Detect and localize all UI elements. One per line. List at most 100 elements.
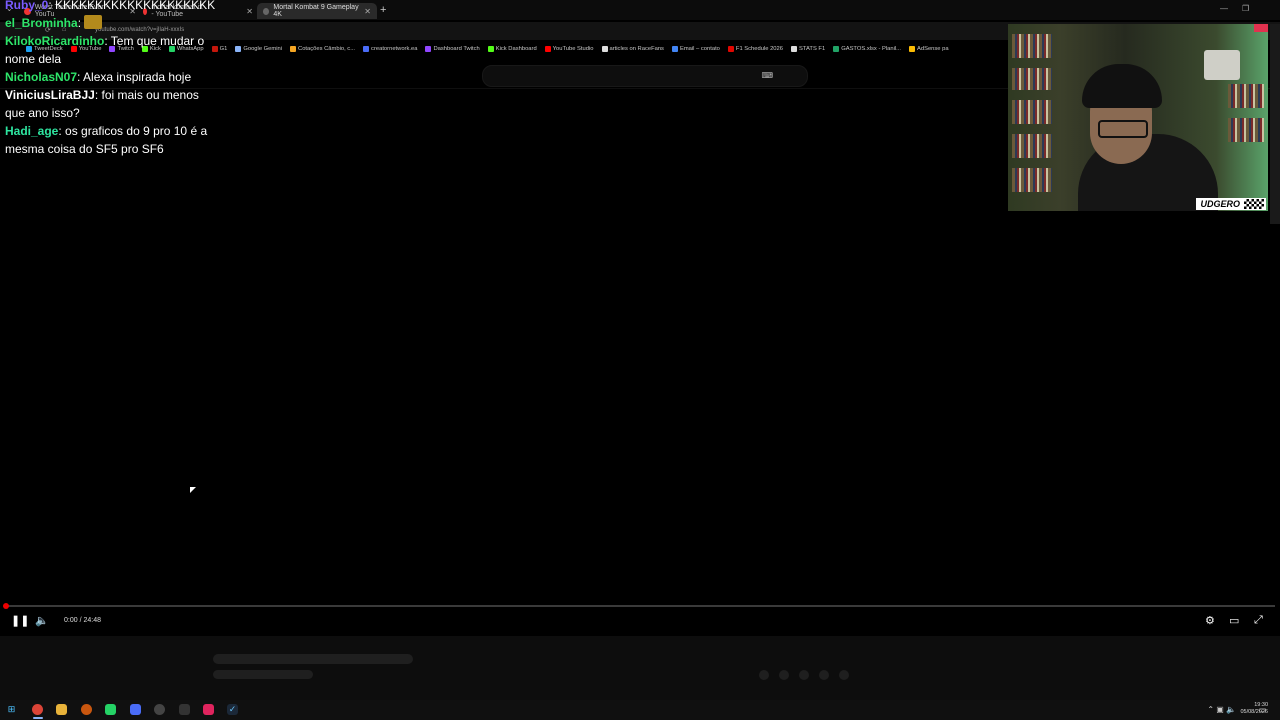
chat-username[interactable]: Hadi_age xyxy=(5,124,58,138)
chat-username[interactable]: NicholasN07 xyxy=(5,70,77,84)
bookmark-label: G1 xyxy=(219,46,228,52)
youtube-search-input[interactable]: ⌨ xyxy=(482,65,808,87)
chat-message: KilokoRicardinho: Tem que mudar o nome d… xyxy=(5,32,217,68)
volume-icon[interactable]: 🔈 xyxy=(35,614,49,627)
keyboard-icon[interactable]: ⌨ xyxy=(761,71,773,80)
chat-message: Hadi_age: os graficos do 9 pro 10 é a me… xyxy=(5,122,217,158)
bookmark-label: STATS F1 xyxy=(798,46,826,52)
minimize-icon[interactable]: — xyxy=(1220,4,1228,13)
chat-message: ViniciusLiraBJJ: foi mais ou menos que a… xyxy=(5,86,217,122)
bookmark-label: Email – contato xyxy=(679,46,720,52)
app-icon[interactable] xyxy=(154,704,165,715)
bookmark-label: GASTOS.xlsx - Planil... xyxy=(841,46,901,52)
new-tab-plus-icon[interactable]: + xyxy=(380,4,386,16)
chrome-icon[interactable] xyxy=(32,704,43,715)
stream-chat-overlay: Ruby_0: KKKKKKKKKKKKKKKKKKKK el_Brominha:… xyxy=(5,0,217,158)
bookshelf-row xyxy=(1228,84,1264,108)
loading-favicon-icon xyxy=(263,7,270,15)
bookmark-item[interactable]: Dashboard Twitch xyxy=(425,42,480,56)
close-icon[interactable]: ✕ xyxy=(364,7,371,16)
bookmark-item[interactable]: YouTube Studio xyxy=(544,42,594,56)
bookmark-label: Cotações Câmbio, c... xyxy=(298,46,356,52)
bookmark-item[interactable]: Email – contato xyxy=(671,42,720,56)
action-skeleton xyxy=(819,670,829,680)
video-progress-bar[interactable] xyxy=(5,605,1275,607)
whatsapp-icon[interactable] xyxy=(105,704,116,715)
bookmark-favicon-icon xyxy=(544,46,551,52)
crt-monitor xyxy=(1204,50,1240,80)
chat-username[interactable]: Ruby_0 xyxy=(5,0,48,12)
bookmark-favicon-icon xyxy=(833,46,840,52)
chat-username[interactable]: el_Brominha xyxy=(5,16,78,30)
action-skeleton xyxy=(759,670,769,680)
restore-icon[interactable]: ❐ xyxy=(1242,4,1249,13)
action-skeleton xyxy=(799,670,809,680)
chat-text: KKKKKKKKKKKKKKKKKKKK xyxy=(55,0,216,12)
bookmark-favicon-icon xyxy=(290,46,297,52)
notification-icon[interactable]: ▭ xyxy=(1257,704,1268,715)
bookmark-favicon-icon xyxy=(235,46,242,52)
file-explorer-icon[interactable] xyxy=(56,704,67,715)
streamer-glasses xyxy=(1098,120,1148,138)
close-icon[interactable]: ✕ xyxy=(246,7,253,16)
app-icon[interactable] xyxy=(130,704,141,715)
chat-text: Alexa inspirada hoje xyxy=(83,70,192,84)
bookmark-item[interactable]: Kick Dashboard xyxy=(487,42,537,56)
bookmark-item[interactable]: STATS F1 xyxy=(790,42,826,56)
bookmark-label: YouTube Studio xyxy=(552,46,594,52)
bookmark-item[interactable]: AdSense pa xyxy=(909,42,949,56)
active-app-indicator xyxy=(33,717,43,719)
bookmark-favicon-icon xyxy=(487,46,494,52)
title-skeleton xyxy=(213,654,413,664)
app-icon[interactable] xyxy=(179,704,190,715)
bookshelf-row xyxy=(1012,168,1052,192)
chat-message: NicholasN07: Alexa inspirada hoje xyxy=(5,68,217,86)
app-icon[interactable] xyxy=(203,704,214,715)
windows-start-icon[interactable]: ⊞ xyxy=(6,704,17,715)
steam-icon[interactable]: ✓ xyxy=(227,704,238,715)
chat-message: Ruby_0: KKKKKKKKKKKKKKKKKKKK xyxy=(5,0,217,14)
below-video-area xyxy=(0,636,1280,700)
bookmark-label: F1 Schedule 2026 xyxy=(735,46,783,52)
chat-separator: : xyxy=(94,88,102,102)
bookshelf-row xyxy=(1012,100,1052,124)
progress-scrubber[interactable] xyxy=(3,603,9,609)
chat-message: el_Brominha: xyxy=(5,14,217,32)
action-skeleton xyxy=(839,670,849,680)
theater-mode-icon[interactable]: ▭ xyxy=(1229,614,1239,627)
bookmark-label: Dashboard Twitch xyxy=(433,46,480,52)
system-tray-icons[interactable]: ⌃ ▣ 🔈 xyxy=(1207,705,1236,714)
bookmark-favicon-icon xyxy=(790,46,797,52)
bookmark-label: Google Gemini xyxy=(243,46,283,52)
bookmark-favicon-icon xyxy=(671,46,678,52)
settings-gear-icon[interactable]: ⚙ xyxy=(1205,614,1215,627)
bookmark-label: Kick Dashboard xyxy=(495,46,537,52)
bookmark-item[interactable]: GASTOS.xlsx - Planil... xyxy=(833,42,901,56)
webcam-overlay: UDGERO xyxy=(1008,24,1268,211)
browser-tab-3-active[interactable]: Mortal Kombat 9 Gameplay 4K ✕ xyxy=(257,3,377,19)
bookmark-item[interactable]: Cotações Câmbio, c... xyxy=(290,42,355,56)
subtitle-skeleton xyxy=(213,670,313,679)
pause-icon[interactable]: ❚❚ xyxy=(11,614,29,627)
bookmark-item[interactable]: articles on RaceFans xyxy=(601,42,664,56)
bookmark-item[interactable]: F1 Schedule 2026 xyxy=(727,42,783,56)
app-icon[interactable] xyxy=(81,704,92,715)
chat-username[interactable]: ViniciusLiraBJJ xyxy=(5,88,95,102)
bookshelf-row xyxy=(1228,118,1264,142)
bookmark-label: creatornetwork.ea xyxy=(371,46,418,52)
bookmark-item[interactable]: creatornetwork.ea xyxy=(363,42,417,56)
bookmark-item[interactable]: Google Gemini xyxy=(235,42,282,56)
bookmark-label: articles on RaceFans xyxy=(609,46,664,52)
chat-emote-icon xyxy=(84,15,103,29)
windows-taskbar: ⊞ ✓ ⌃ ▣ 🔈 19:30 05/08/2026 ▭ xyxy=(0,700,1280,720)
chat-username[interactable]: KilokoRicardinho xyxy=(5,34,104,48)
fullscreen-icon[interactable]: ⤢ xyxy=(1254,614,1263,627)
side-scrollbar[interactable] xyxy=(1270,24,1280,224)
bookshelf-row xyxy=(1012,34,1052,58)
bookmark-favicon-icon xyxy=(727,46,734,52)
bookshelf-row xyxy=(1012,68,1052,90)
bookmark-label: AdSense pa xyxy=(917,46,949,52)
channel-logo: UDGERO xyxy=(1196,198,1266,210)
browser-tab-title: Mortal Kombat 9 Gameplay 4K xyxy=(273,4,359,18)
bookmark-favicon-icon xyxy=(909,46,915,52)
